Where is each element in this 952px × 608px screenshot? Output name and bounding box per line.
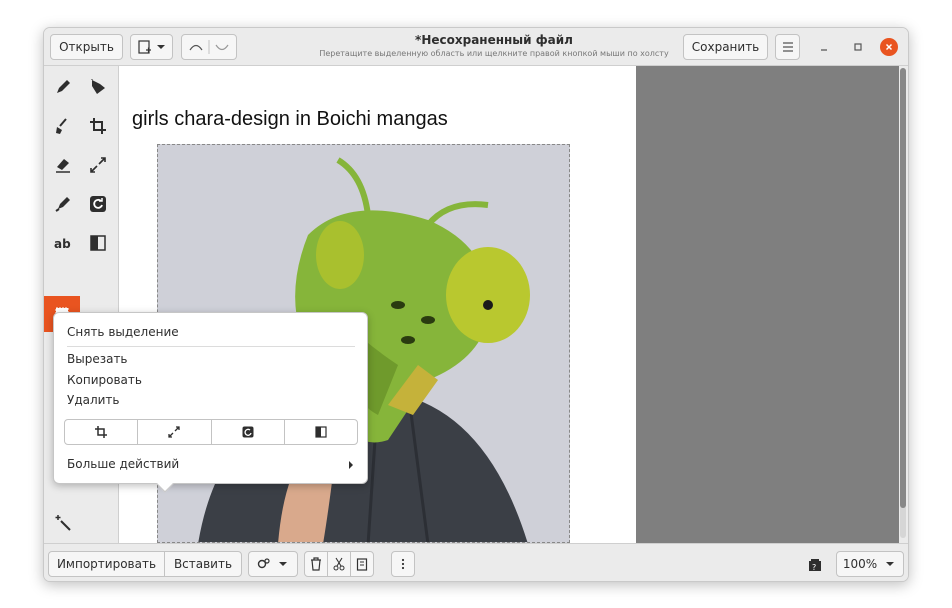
- rotate-icon: [242, 426, 254, 438]
- minimize-icon: [821, 49, 827, 51]
- trash-icon: [311, 557, 321, 571]
- svg-text:?: ?: [812, 563, 816, 572]
- window-title: *Несохраненный файл: [415, 33, 573, 47]
- new-image-menu-button[interactable]: [130, 34, 173, 60]
- crop-tool[interactable]: [81, 109, 115, 143]
- maximize-button[interactable]: [849, 38, 867, 56]
- undo-icon[interactable]: [189, 44, 203, 51]
- filters-icon: [90, 235, 106, 251]
- delete-selection-button[interactable]: [304, 551, 328, 577]
- scale-icon: [90, 157, 106, 173]
- scale-icon: [168, 426, 181, 438]
- magic-wand-icon: [55, 515, 71, 531]
- menu-separator: [67, 346, 355, 347]
- header-bar: Открыть *Несохраненный файл Перетащите в…: [44, 28, 908, 66]
- scrollbar-thumb[interactable]: [900, 68, 906, 508]
- eraser-tool[interactable]: [46, 148, 80, 182]
- filters-icon: [315, 426, 327, 438]
- menu-item-copy[interactable]: Копировать: [67, 373, 142, 387]
- open-button-label: Открыть: [59, 40, 114, 54]
- menu-icon: [782, 42, 793, 52]
- transform-button-group: [64, 419, 358, 445]
- rotate-icon: [90, 196, 106, 212]
- chevron-right-icon: [349, 461, 353, 469]
- menu-item-unselect[interactable]: Снять выделение: [67, 325, 179, 339]
- history-button-group: [181, 34, 237, 60]
- import-button[interactable]: Импортировать: [48, 551, 165, 577]
- brush-tool[interactable]: [46, 109, 80, 143]
- brush-icon: [56, 118, 67, 134]
- import-button-label: Импортировать: [56, 557, 157, 571]
- eraser-icon: [56, 159, 70, 173]
- app-window: Открыть *Несохраненный файл Перетащите в…: [43, 27, 909, 582]
- scale-selection-button[interactable]: [138, 420, 212, 444]
- svg-text:ab: ab: [54, 237, 71, 251]
- main-menu-button[interactable]: [775, 34, 800, 60]
- image-properties-icon[interactable]: ?: [808, 557, 822, 576]
- menu-item-delete[interactable]: Удалить: [67, 393, 120, 407]
- cut-selection-button[interactable]: [327, 551, 351, 577]
- tool-options-button[interactable]: [248, 551, 298, 577]
- window-title-area: *Несохраненный файл Перетащите выделенну…: [274, 33, 714, 58]
- scissors-icon: [333, 557, 345, 571]
- crop-selection-button[interactable]: [65, 420, 139, 444]
- close-icon: [885, 43, 893, 51]
- minimize-button[interactable]: [815, 38, 833, 56]
- selection-context-menu: Снять выделение Вырезать Копировать Удал…: [53, 312, 368, 493]
- pencil-icon: [57, 80, 70, 93]
- pencil-tool[interactable]: [46, 70, 80, 104]
- menu-item-more-actions[interactable]: Больше действий: [67, 457, 355, 471]
- more-options-button[interactable]: [391, 551, 415, 577]
- window-subtitle: Перетащите выделенную область или щелкни…: [319, 49, 669, 58]
- crop-icon: [90, 118, 106, 134]
- highlighter-tool[interactable]: [46, 187, 80, 221]
- filters-selection-button[interactable]: [285, 420, 357, 444]
- save-button[interactable]: Сохранить: [683, 34, 768, 60]
- save-button-label: Сохранить: [691, 40, 760, 54]
- kebab-menu-icon: [401, 558, 405, 570]
- fill-tool[interactable]: [81, 70, 115, 104]
- new-image-icon: [137, 40, 165, 54]
- rotate-selection-button[interactable]: [212, 420, 285, 444]
- open-button[interactable]: Открыть: [50, 34, 123, 60]
- canvas-text: girls chara-design in Boichi mangas: [132, 108, 448, 130]
- fill-icon: [91, 79, 105, 94]
- more-actions-label: Больше действий: [67, 457, 180, 471]
- maximize-icon: [854, 43, 862, 51]
- close-button[interactable]: [880, 38, 898, 56]
- paste-button-label: Вставить: [173, 557, 233, 571]
- rotate-tool[interactable]: [81, 187, 115, 221]
- redo-icon[interactable]: [215, 44, 229, 51]
- clipboard-icon: [356, 558, 368, 571]
- copy-selection-button[interactable]: [350, 551, 374, 577]
- magic-wand-tool[interactable]: [46, 506, 80, 540]
- zoom-menu-button[interactable]: 100%: [836, 551, 904, 577]
- zoom-level: 100%: [842, 557, 878, 571]
- highlighter-icon: [55, 197, 70, 212]
- bottom-bar: Импортировать Вставить ? 100%: [44, 543, 908, 581]
- filters-tool[interactable]: [81, 226, 115, 260]
- scale-tool[interactable]: [81, 148, 115, 182]
- text-tool[interactable]: ab: [46, 226, 80, 260]
- paste-button[interactable]: Вставить: [164, 551, 242, 577]
- menu-item-cut[interactable]: Вырезать: [67, 352, 128, 366]
- vertical-scrollbar[interactable]: [900, 68, 906, 538]
- crop-icon: [95, 426, 108, 438]
- gear-icon: [257, 558, 287, 569]
- chevron-down-icon: [886, 562, 895, 566]
- text-icon: ab: [54, 237, 71, 251]
